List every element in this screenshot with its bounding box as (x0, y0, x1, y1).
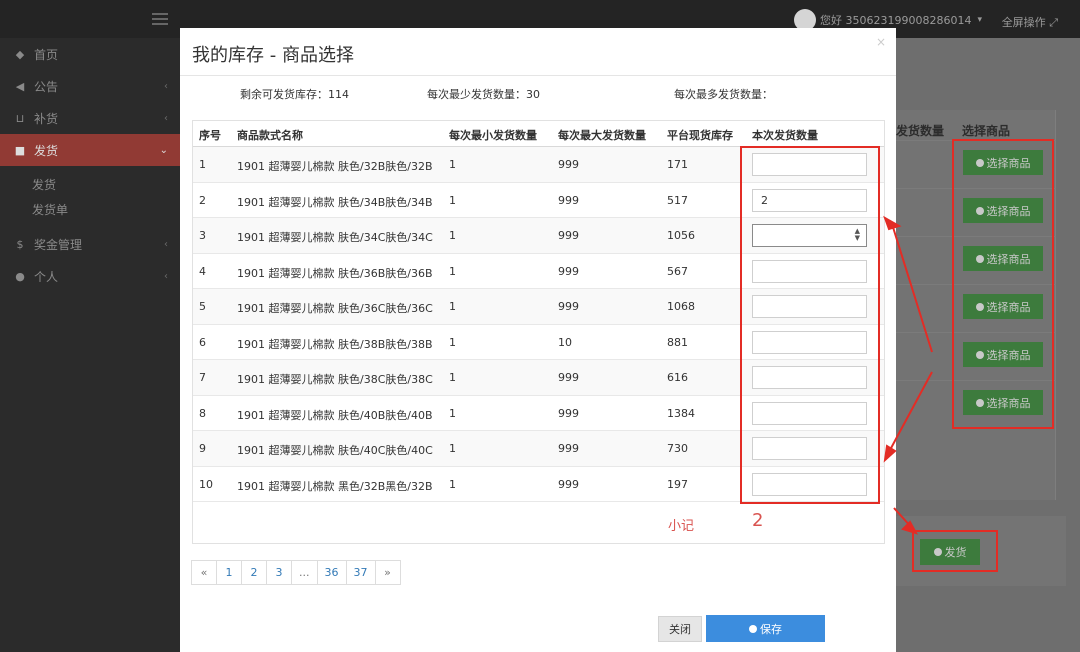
annotation-arrows (883, 215, 933, 535)
